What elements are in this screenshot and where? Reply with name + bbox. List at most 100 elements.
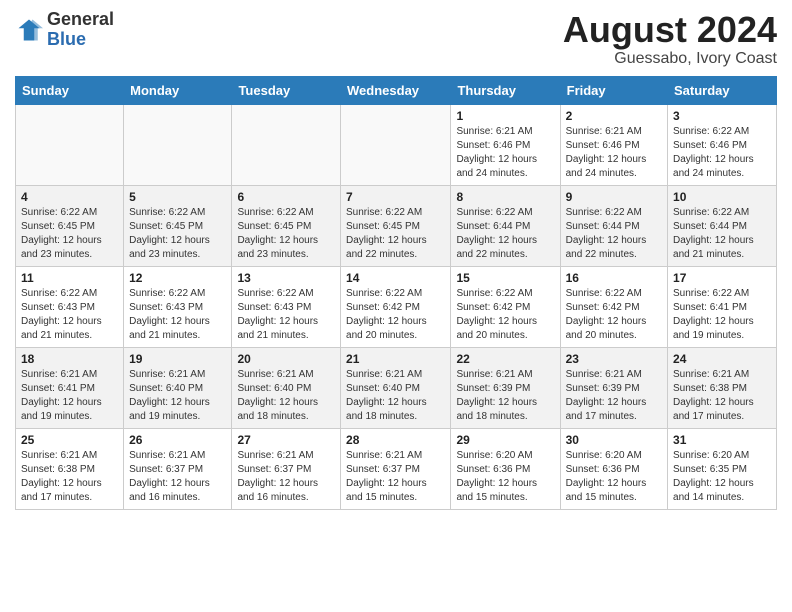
day-info: Sunrise: 6:22 AMSunset: 6:42 PMDaylight:… [346,287,445,343]
col-tuesday: Tuesday [232,76,341,104]
day-info: Sunrise: 6:22 AMSunset: 6:43 PMDaylight:… [21,287,118,343]
day-number: 27 [237,433,335,447]
day-number: 13 [237,271,335,285]
day-number: 24 [673,352,771,366]
day-info: Sunrise: 6:22 AMSunset: 6:46 PMDaylight:… [673,125,771,181]
table-row: 19 Sunrise: 6:21 AMSunset: 6:40 PMDayligh… [124,347,232,428]
day-number: 23 [566,352,662,366]
day-number: 30 [566,433,662,447]
day-number: 9 [566,190,662,204]
day-info: Sunrise: 6:20 AMSunset: 6:36 PMDaylight:… [566,449,662,505]
calendar-header-row: Sunday Monday Tuesday Wednesday Thursday… [16,76,777,104]
table-row: 8 Sunrise: 6:22 AMSunset: 6:44 PMDaylight… [451,185,560,266]
day-number: 2 [566,109,662,123]
day-number: 3 [673,109,771,123]
table-row: 2 Sunrise: 6:21 AMSunset: 6:46 PMDaylight… [560,104,667,185]
day-info: Sunrise: 6:21 AMSunset: 6:40 PMDaylight:… [129,368,226,424]
day-number: 12 [129,271,226,285]
col-friday: Friday [560,76,667,104]
day-info: Sunrise: 6:21 AMSunset: 6:37 PMDaylight:… [129,449,226,505]
day-info: Sunrise: 6:22 AMSunset: 6:45 PMDaylight:… [21,206,118,262]
title-block: August 2024 Guessabo, Ivory Coast [563,10,777,68]
calendar-table: Sunday Monday Tuesday Wednesday Thursday… [15,76,777,510]
day-info: Sunrise: 6:22 AMSunset: 6:44 PMDaylight:… [456,206,554,262]
day-info: Sunrise: 6:21 AMSunset: 6:37 PMDaylight:… [346,449,445,505]
table-row: 7 Sunrise: 6:22 AMSunset: 6:45 PMDaylight… [341,185,451,266]
page-title: August 2024 [563,10,777,50]
day-number: 21 [346,352,445,366]
day-info: Sunrise: 6:22 AMSunset: 6:45 PMDaylight:… [346,206,445,262]
logo-general: General [47,9,114,29]
day-info: Sunrise: 6:21 AMSunset: 6:40 PMDaylight:… [346,368,445,424]
day-info: Sunrise: 6:22 AMSunset: 6:45 PMDaylight:… [129,206,226,262]
day-number: 31 [673,433,771,447]
day-info: Sunrise: 6:22 AMSunset: 6:42 PMDaylight:… [566,287,662,343]
table-row [16,104,124,185]
col-wednesday: Wednesday [341,76,451,104]
day-number: 7 [346,190,445,204]
day-number: 1 [456,109,554,123]
table-row: 1 Sunrise: 6:21 AMSunset: 6:46 PMDaylight… [451,104,560,185]
table-row: 11 Sunrise: 6:22 AMSunset: 6:43 PMDayligh… [16,266,124,347]
table-row: 26Sunrise: 6:21 AMSunset: 6:37 PMDayligh… [124,428,232,509]
day-number: 11 [21,271,118,285]
day-number: 25 [21,433,118,447]
table-row [232,104,341,185]
day-info: Sunrise: 6:21 AMSunset: 6:39 PMDaylight:… [566,368,662,424]
table-row: 5Sunrise: 6:22 AMSunset: 6:45 PMDaylight… [124,185,232,266]
day-info: Sunrise: 6:22 AMSunset: 6:44 PMDaylight:… [566,206,662,262]
day-info: Sunrise: 6:22 AMSunset: 6:45 PMDaylight:… [237,206,335,262]
table-row: 30 Sunrise: 6:20 AMSunset: 6:36 PMDayligh… [560,428,667,509]
day-info: Sunrise: 6:22 AMSunset: 6:43 PMDaylight:… [237,287,335,343]
table-row: 25 Sunrise: 6:21 AMSunset: 6:38 PMDayligh… [16,428,124,509]
day-number: 8 [456,190,554,204]
logo-icon [15,16,43,44]
table-row: 16 Sunrise: 6:22 AMSunset: 6:42 PMDayligh… [560,266,667,347]
table-row: 6 Sunrise: 6:22 AMSunset: 6:45 PMDaylight… [232,185,341,266]
day-info: Sunrise: 6:21 AMSunset: 6:38 PMDaylight:… [21,449,118,505]
table-row: 27Sunrise: 6:21 AMSunset: 6:37 PMDayligh… [232,428,341,509]
day-info: Sunrise: 6:20 AMSunset: 6:36 PMDaylight:… [456,449,554,505]
col-sunday: Sunday [16,76,124,104]
table-row: 23 Sunrise: 6:21 AMSunset: 6:39 PMDayligh… [560,347,667,428]
table-row: 3 Sunrise: 6:22 AMSunset: 6:46 PMDaylight… [668,104,777,185]
table-row: 29 Sunrise: 6:20 AMSunset: 6:36 PMDayligh… [451,428,560,509]
table-row: 12 Sunrise: 6:22 AMSunset: 6:43 PMDayligh… [124,266,232,347]
page: General Blue August 2024 Guessabo, Ivory… [0,0,792,612]
day-info: Sunrise: 6:21 AMSunset: 6:41 PMDaylight:… [21,368,118,424]
table-row: 15Sunrise: 6:22 AMSunset: 6:42 PMDayligh… [451,266,560,347]
table-row: 14 Sunrise: 6:22 AMSunset: 6:42 PMDayligh… [341,266,451,347]
col-saturday: Saturday [668,76,777,104]
table-row: 10Sunrise: 6:22 AMSunset: 6:44 PMDayligh… [668,185,777,266]
table-row: 17Sunrise: 6:22 AMSunset: 6:41 PMDayligh… [668,266,777,347]
day-info: Sunrise: 6:21 AMSunset: 6:46 PMDaylight:… [566,125,662,181]
day-info: Sunrise: 6:21 AMSunset: 6:46 PMDaylight:… [456,125,554,181]
table-row [124,104,232,185]
table-row: 22 Sunrise: 6:21 AMSunset: 6:39 PMDayligh… [451,347,560,428]
day-info: Sunrise: 6:22 AMSunset: 6:44 PMDaylight:… [673,206,771,262]
day-number: 19 [129,352,226,366]
col-monday: Monday [124,76,232,104]
day-number: 6 [237,190,335,204]
day-info: Sunrise: 6:21 AMSunset: 6:39 PMDaylight:… [456,368,554,424]
day-number: 14 [346,271,445,285]
day-number: 22 [456,352,554,366]
table-row: 31 Sunrise: 6:20 AMSunset: 6:35 PMDayligh… [668,428,777,509]
day-info: Sunrise: 6:20 AMSunset: 6:35 PMDaylight:… [673,449,771,505]
page-subtitle: Guessabo, Ivory Coast [563,50,777,68]
table-row: 13 Sunrise: 6:22 AMSunset: 6:43 PMDayligh… [232,266,341,347]
day-number: 28 [346,433,445,447]
logo-blue: Blue [47,29,86,49]
day-number: 17 [673,271,771,285]
day-number: 29 [456,433,554,447]
logo: General Blue [15,10,114,50]
day-number: 4 [21,190,118,204]
day-info: Sunrise: 6:21 AMSunset: 6:40 PMDaylight:… [237,368,335,424]
day-number: 18 [21,352,118,366]
day-number: 16 [566,271,662,285]
day-info: Sunrise: 6:21 AMSunset: 6:38 PMDaylight:… [673,368,771,424]
table-row: 24 Sunrise: 6:21 AMSunset: 6:38 PMDayligh… [668,347,777,428]
header: General Blue August 2024 Guessabo, Ivory… [15,10,777,68]
col-thursday: Thursday [451,76,560,104]
day-info: Sunrise: 6:22 AMSunset: 6:43 PMDaylight:… [129,287,226,343]
